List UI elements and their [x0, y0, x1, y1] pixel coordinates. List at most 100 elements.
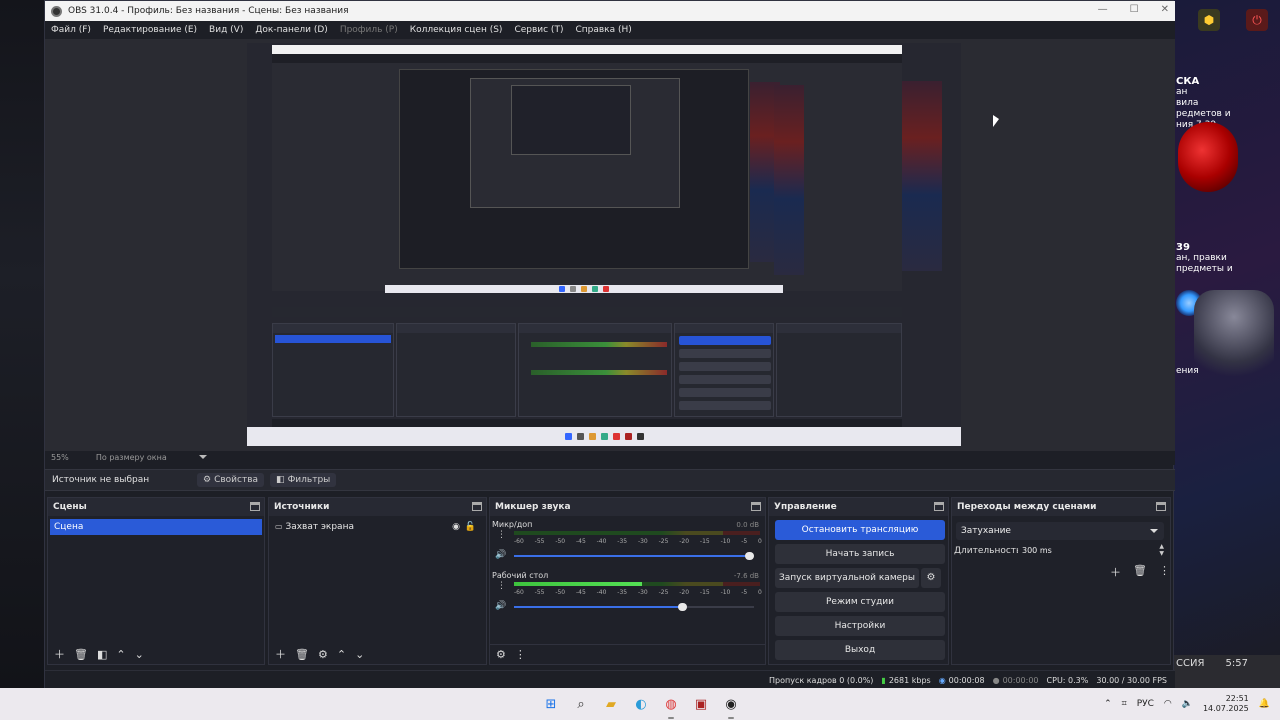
- menu-file[interactable]: Файл (F): [51, 25, 91, 35]
- menu-help[interactable]: Справка (H): [575, 25, 631, 35]
- record-time: ● 00:00:00: [992, 675, 1039, 685]
- hexagon-icon[interactable]: ⬢: [1198, 9, 1220, 31]
- undock-icon[interactable]: [934, 502, 944, 511]
- wifi-icon[interactable]: ◠: [1164, 699, 1172, 709]
- nested-thumb-2: [774, 85, 804, 275]
- settings-button[interactable]: Настройки: [775, 616, 945, 636]
- stop-stream-button[interactable]: Остановить трансляцию: [775, 520, 945, 540]
- volume-slider[interactable]: [514, 552, 755, 560]
- speaker-icon[interactable]: 🔊: [495, 601, 506, 611]
- meter-tick: -10: [720, 589, 731, 596]
- meter-tick: -45: [575, 538, 586, 545]
- menu-edit[interactable]: Редактирование (E): [103, 25, 197, 35]
- undock-icon[interactable]: [250, 502, 260, 511]
- menu-scene-collection[interactable]: Коллекция сцен (S): [410, 25, 503, 35]
- sources-dock: Источники ▭ Захват экрана ◉ 🔓 ＋ 🗑 ⚙ ⌃ ⌄: [268, 497, 487, 665]
- nested-transitions: [776, 323, 902, 417]
- nested-inner-2: [470, 78, 680, 208]
- folder-icon[interactable]: ▰: [600, 693, 622, 715]
- menu-view[interactable]: Вид (V): [209, 25, 243, 35]
- chevron-up-icon[interactable]: ⌃: [1104, 699, 1112, 709]
- scenes-dock: Сцены Сцена ＋ 🗑 ◧ ⌃ ⌄: [47, 497, 265, 665]
- transitions-dock: Переходы между сценами Затухание Длитель…: [951, 497, 1171, 665]
- start-record-button[interactable]: Начать запись: [775, 544, 945, 564]
- filter-icon[interactable]: ◧: [97, 648, 107, 661]
- gear-icon[interactable]: ⚙: [496, 648, 506, 661]
- meter-tick: -45: [575, 589, 586, 596]
- clock[interactable]: 22:51 14.07.2025: [1203, 694, 1249, 714]
- nested-taskbar: [385, 285, 783, 293]
- minimize-icon[interactable]: —: [1098, 4, 1108, 15]
- search-icon[interactable]: ⌕: [570, 693, 592, 715]
- move-down-icon[interactable]: ⌄: [135, 648, 144, 661]
- move-down-icon[interactable]: ⌄: [355, 648, 364, 661]
- source-item[interactable]: ▭ Захват экрана ◉ 🔓: [271, 519, 484, 535]
- lock-icon[interactable]: 🔓: [465, 519, 476, 535]
- mixer-channel-name: Рабочий стол: [492, 571, 549, 580]
- menu-docks[interactable]: Док-панели (D): [255, 25, 327, 35]
- undock-icon[interactable]: [751, 502, 761, 511]
- menu-tools[interactable]: Сервис (T): [514, 25, 563, 35]
- chevron-down-icon[interactable]: [199, 455, 207, 459]
- meter-tick: -60: [514, 538, 524, 545]
- lang-indicator[interactable]: РУС: [1137, 699, 1154, 709]
- kebab-menu-icon[interactable]: ⋮: [497, 581, 506, 591]
- obs-logo-icon: [51, 5, 62, 17]
- obs-icon[interactable]: ◉: [720, 693, 742, 719]
- preview-taskbar: [247, 427, 961, 446]
- windows-start-icon[interactable]: ⊞: [540, 693, 562, 715]
- properties-button[interactable]: ⚙ Свойства: [197, 473, 265, 487]
- volume-slider[interactable]: [514, 603, 754, 611]
- menu-profile[interactable]: Профиль (P): [340, 25, 398, 35]
- preview-canvas[interactable]: [247, 43, 961, 446]
- volume-icon[interactable]: 🔈: [1182, 699, 1193, 709]
- chrome-icon[interactable]: ◍: [660, 693, 682, 719]
- duration-spinbox[interactable]: 300 ms ▲ ▼: [1018, 543, 1168, 559]
- undock-icon[interactable]: [472, 502, 482, 511]
- power-icon[interactable]: ⏻: [1246, 9, 1268, 31]
- kebab-menu-icon[interactable]: ⋮: [497, 530, 506, 540]
- speaker-icon[interactable]: 🔊: [495, 550, 506, 560]
- maximize-icon[interactable]: ☐: [1130, 4, 1139, 15]
- network-icon[interactable]: ⌗: [1122, 699, 1127, 709]
- meter-tick: -5: [741, 538, 748, 545]
- add-source-button[interactable]: ＋: [275, 646, 286, 662]
- gear-icon[interactable]: ⚙: [318, 648, 328, 661]
- notification-icon[interactable]: 🔔: [1259, 699, 1270, 709]
- exit-button[interactable]: Выход: [775, 640, 945, 660]
- nested-preview: [272, 63, 902, 291]
- app-red-icon[interactable]: ▣: [690, 693, 712, 715]
- duration-label: Длительность: [954, 546, 1022, 556]
- close-icon[interactable]: ✕: [1161, 4, 1169, 15]
- edge-icon[interactable]: ◐: [630, 693, 652, 715]
- nested-sources: [396, 323, 516, 417]
- preview-zoom-row: 55% По размеру окна: [45, 451, 1175, 465]
- spin-arrows-icon[interactable]: ▲ ▼: [1159, 543, 1164, 557]
- filters-button[interactable]: ◧ Фильтры: [270, 473, 337, 487]
- add-scene-button[interactable]: ＋: [54, 646, 65, 662]
- eye-icon[interactable]: ◉: [452, 519, 460, 535]
- trash-icon[interactable]: 🗑: [295, 648, 309, 661]
- preview-area[interactable]: [45, 39, 1175, 451]
- trash-icon[interactable]: 🗑: [1133, 564, 1147, 580]
- virtual-camera-button[interactable]: Запуск виртуальной камеры: [775, 568, 919, 588]
- window-controls: — ☐ ✕: [1098, 4, 1169, 15]
- scale-mode[interactable]: По размеру окна: [96, 453, 167, 462]
- meter-tick: -20: [679, 589, 690, 596]
- transition-select[interactable]: Затухание: [956, 522, 1164, 540]
- scene-item[interactable]: Сцена: [50, 519, 262, 535]
- mixer-channel-name: Микр/доп: [492, 520, 533, 529]
- studio-mode-button[interactable]: Режим студии: [775, 592, 945, 612]
- kebab-menu-icon[interactable]: ⋮: [515, 648, 526, 661]
- kebab-menu-icon[interactable]: ⋮: [1159, 564, 1170, 580]
- mixer-channel-db: 0.0 dB: [736, 521, 759, 529]
- undock-icon[interactable]: [1156, 502, 1166, 511]
- gear-icon[interactable]: ⚙: [921, 568, 941, 588]
- move-up-icon[interactable]: ⌃: [116, 648, 125, 661]
- mixer-footer: ⚙ ⋮: [490, 644, 765, 664]
- add-transition-button[interactable]: ＋: [1110, 564, 1121, 580]
- transition-actions: ＋ 🗑 ⋮: [1110, 564, 1170, 580]
- move-up-icon[interactable]: ⌃: [337, 648, 346, 661]
- meter-tick: -10: [720, 538, 731, 545]
- trash-icon[interactable]: 🗑: [74, 648, 88, 661]
